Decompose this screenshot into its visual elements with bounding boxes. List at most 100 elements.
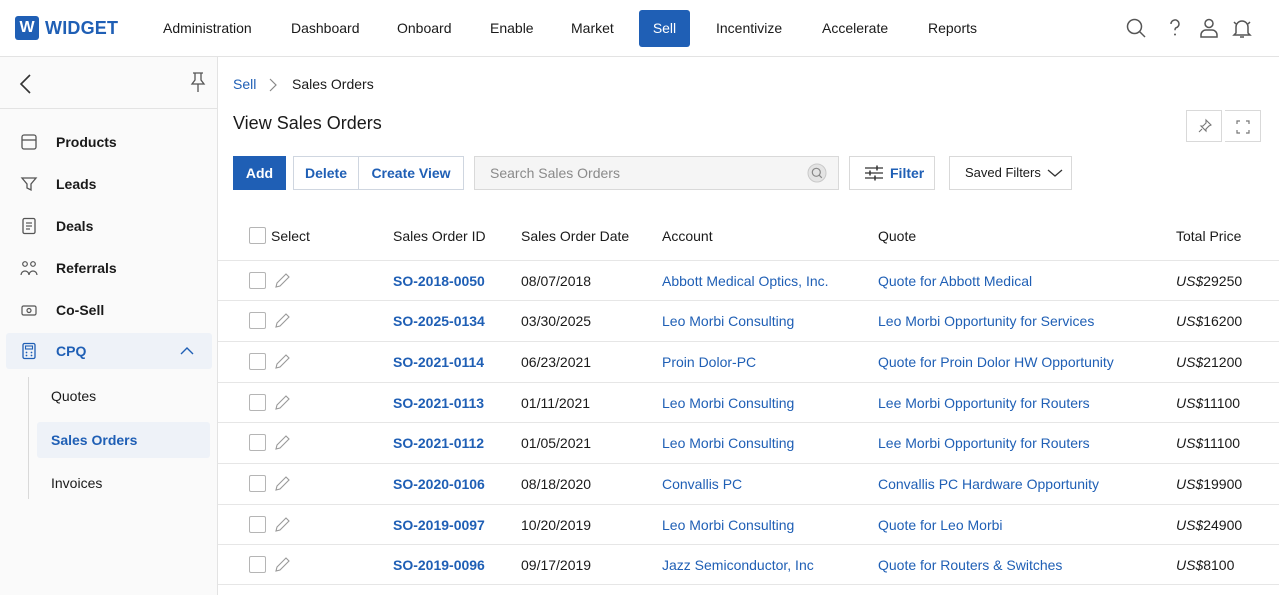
row-checkbox[interactable] xyxy=(249,434,266,451)
add-button[interactable]: Add xyxy=(233,156,286,190)
column-header-sales-order-date[interactable]: Sales Order Date xyxy=(521,228,629,244)
edit-pencil-icon[interactable] xyxy=(275,475,291,492)
edit-pencil-icon[interactable] xyxy=(275,394,291,411)
sales-order-id-link[interactable]: SO-2019-0096 xyxy=(393,545,485,585)
table-row[interactable]: SO-2021-0114 06/23/2021 Proin Dolor-PC Quot… xyxy=(218,341,1279,382)
column-header-quote[interactable]: Quote xyxy=(878,228,916,244)
account-link[interactable]: Leo Morbi Consulting xyxy=(662,505,794,545)
select-all-checkbox[interactable] xyxy=(249,227,266,244)
nav-reports[interactable]: Reports xyxy=(916,10,989,47)
price-value: 29250 xyxy=(1203,273,1243,289)
sidebar-subitem-quotes[interactable]: Quotes xyxy=(37,378,210,414)
sales-order-id-link[interactable]: SO-2018-0050 xyxy=(393,261,485,301)
sales-order-id-link[interactable]: SO-2021-0113 xyxy=(393,383,484,423)
collapse-sidebar-icon[interactable] xyxy=(16,73,36,95)
nav-incentivize[interactable]: Incentivize xyxy=(704,10,794,47)
sidebar-subitem-invoices[interactable]: Invoices xyxy=(37,465,210,501)
quote-link[interactable]: Leo Morbi Opportunity for Services xyxy=(878,301,1094,341)
nav-market[interactable]: Market xyxy=(559,10,626,47)
table-row[interactable]: SO-2020-0106 08/18/2020 Convallis PC Conval… xyxy=(218,463,1279,504)
quote-link[interactable]: Quote for Abbott Medical xyxy=(878,261,1032,301)
nav-administration[interactable]: Administration xyxy=(151,10,264,47)
edit-pencil-icon[interactable] xyxy=(275,516,291,533)
breadcrumb-link-sell[interactable]: Sell xyxy=(233,76,256,92)
quote-link[interactable]: Lee Morbi Opportunity for Routers xyxy=(878,423,1090,463)
price-value: 11100 xyxy=(1203,395,1241,411)
help-icon[interactable] xyxy=(1163,16,1187,40)
total-price: US$29250 xyxy=(1176,261,1242,301)
account-link[interactable]: Leo Morbi Consulting xyxy=(662,423,794,463)
account-link[interactable]: Convallis PC xyxy=(662,464,742,504)
search-icon[interactable] xyxy=(807,163,827,183)
brand-logo[interactable]: W WIDGET xyxy=(15,16,118,40)
table-row[interactable]: SO-2021-0113 01/11/2021 Leo Morbi Consulti… xyxy=(218,382,1279,423)
column-header-total-price[interactable]: Total Price xyxy=(1176,228,1241,244)
sales-order-date: 06/23/2021 xyxy=(521,354,592,370)
account-link[interactable]: Leo Morbi Consulting xyxy=(662,301,794,341)
user-icon[interactable] xyxy=(1197,16,1221,40)
nav-enable[interactable]: Enable xyxy=(478,10,546,47)
account-link[interactable]: Abbott Medical Optics, Inc. xyxy=(662,261,829,301)
edit-pencil-icon[interactable] xyxy=(275,312,291,329)
sidebar-item-label: Products xyxy=(56,134,117,150)
sidebar-item-leads[interactable]: Leads xyxy=(6,166,212,202)
document-icon xyxy=(22,217,36,235)
row-checkbox[interactable] xyxy=(249,394,266,411)
currency-label: US$ xyxy=(1176,435,1204,451)
nav-dashboard[interactable]: Dashboard xyxy=(279,10,372,47)
create-view-button[interactable]: Create View xyxy=(358,156,464,190)
pin-sidebar-icon[interactable] xyxy=(189,71,207,93)
sales-order-id-link[interactable]: SO-2025-0134 xyxy=(393,301,485,341)
nav-sell[interactable]: Sell xyxy=(639,10,690,47)
quote-link[interactable]: Quote for Proin Dolor HW Opportunity xyxy=(878,342,1114,382)
quote-link[interactable]: Lee Morbi Opportunity for Routers xyxy=(878,383,1090,423)
edit-pencil-icon[interactable] xyxy=(275,272,291,289)
table-row[interactable]: SO-2021-0112 01/05/2021 Leo Morbi Consulti… xyxy=(218,422,1279,463)
sales-order-id-link[interactable]: SO-2020-0106 xyxy=(393,464,485,504)
row-checkbox[interactable] xyxy=(249,312,266,329)
filter-button[interactable]: Filter xyxy=(849,156,935,190)
quote-link[interactable]: Quote for Leo Morbi xyxy=(878,505,1003,545)
edit-pencil-icon[interactable] xyxy=(275,353,291,370)
delete-button[interactable]: Delete xyxy=(293,156,359,190)
quote-link[interactable]: Quote for Routers & Switches xyxy=(878,545,1062,585)
search-icon[interactable] xyxy=(1124,16,1148,40)
sidebar-item-referrals[interactable]: Referrals xyxy=(6,250,212,286)
sidebar-item-deals[interactable]: Deals xyxy=(6,208,212,244)
table-row[interactable]: SO-2018-0050 08/07/2018 Abbott Medical Opt… xyxy=(218,260,1279,301)
column-header-sales-order-id[interactable]: Sales Order ID xyxy=(393,228,486,244)
search-input[interactable] xyxy=(475,157,795,189)
sidebar-subitem-sales-orders[interactable]: Sales Orders xyxy=(37,422,210,458)
nav-onboard[interactable]: Onboard xyxy=(385,10,463,47)
edit-pencil-icon[interactable] xyxy=(275,556,291,573)
notification-bell-icon[interactable] xyxy=(1230,16,1254,40)
sales-order-id-link[interactable]: SO-2021-0114 xyxy=(393,342,484,382)
account-link[interactable]: Proin Dolor-PC xyxy=(662,342,756,382)
fullscreen-button[interactable] xyxy=(1225,110,1261,142)
edit-pencil-icon[interactable] xyxy=(275,434,291,451)
page-title: View Sales Orders xyxy=(233,113,382,133)
sales-order-date: 01/05/2021 xyxy=(521,435,592,451)
table-row[interactable]: SO-2025-0134 03/30/2025 Leo Morbi Consulti… xyxy=(218,300,1279,341)
sales-order-id-link[interactable]: SO-2019-0097 xyxy=(393,505,485,545)
sidebar-item-products[interactable]: Products xyxy=(6,124,212,160)
table-row[interactable]: SO-2019-0096 09/17/2019 Jazz Semiconductor… xyxy=(218,544,1279,585)
table-row[interactable]: SO-2019-0097 10/20/2019 Leo Morbi Consulti… xyxy=(218,504,1279,545)
total-price: US$16200 xyxy=(1176,301,1242,341)
column-header-account[interactable]: Account xyxy=(662,228,713,244)
quote-link[interactable]: Convallis PC Hardware Opportunity xyxy=(878,464,1099,504)
row-checkbox[interactable] xyxy=(249,516,266,533)
sidebar-item-cpq[interactable]: CPQ xyxy=(6,333,212,369)
account-link[interactable]: Jazz Semiconductor, Inc xyxy=(662,545,814,585)
row-checkbox[interactable] xyxy=(249,556,266,573)
nav-accelerate[interactable]: Accelerate xyxy=(810,10,900,47)
account-link[interactable]: Leo Morbi Consulting xyxy=(662,383,794,423)
sales-order-id-link[interactable]: SO-2021-0112 xyxy=(393,423,484,463)
calculator-icon xyxy=(22,342,36,360)
saved-filters-dropdown[interactable]: Saved Filters xyxy=(949,156,1072,190)
row-checkbox[interactable] xyxy=(249,272,266,289)
row-checkbox[interactable] xyxy=(249,475,266,492)
pin-view-button[interactable] xyxy=(1186,110,1222,142)
sidebar-item-co-sell[interactable]: Co-Sell xyxy=(6,292,212,328)
row-checkbox[interactable] xyxy=(249,353,266,370)
